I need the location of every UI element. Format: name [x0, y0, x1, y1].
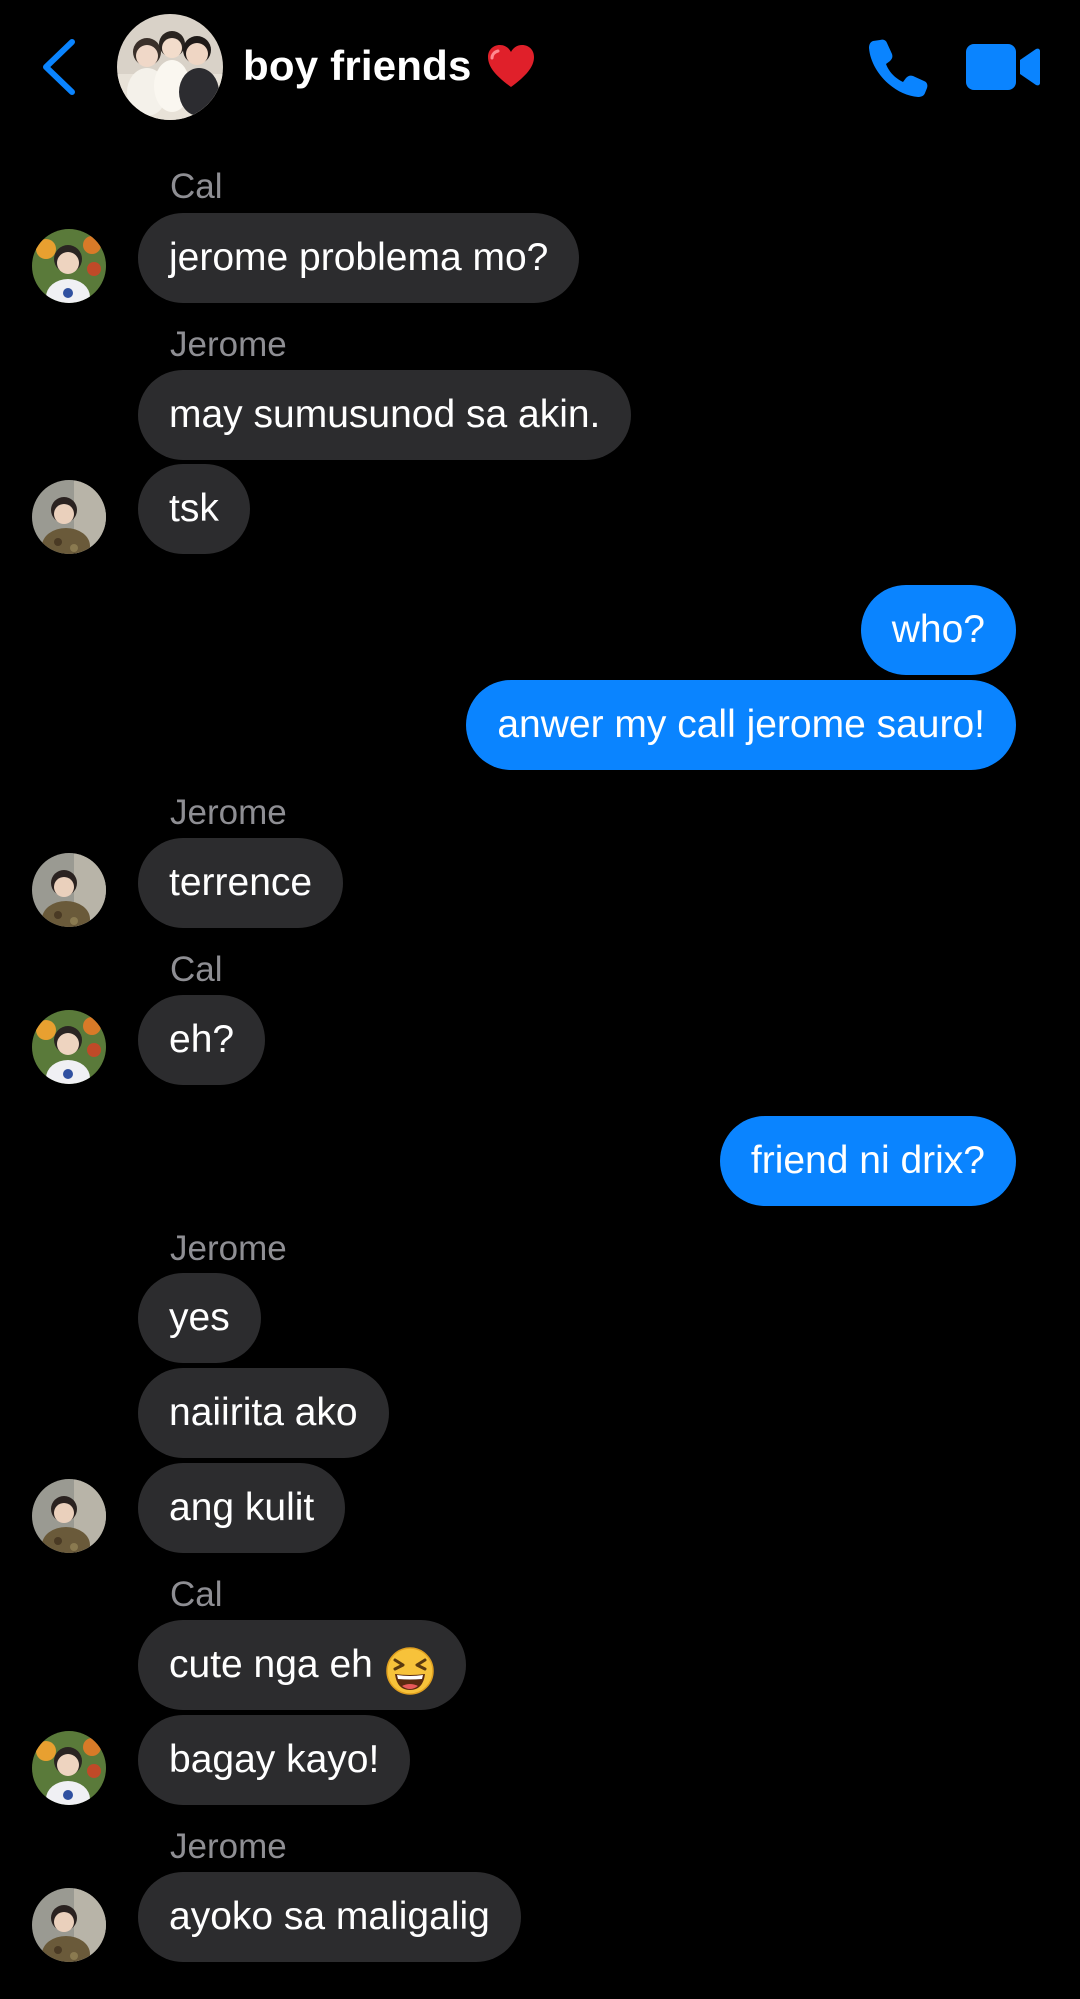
outgoing-message[interactable]: who? — [860, 585, 1016, 675]
avatar-cal[interactable] — [32, 1010, 106, 1084]
sender-name: Jerome — [170, 1827, 287, 1866]
incoming-message[interactable]: jerome problema mo? — [138, 213, 580, 303]
group-photo — [117, 14, 223, 120]
outgoing-message[interactable]: anwer my call jerome sauro! — [466, 680, 1016, 770]
message-text: cute nga eh — [169, 1643, 373, 1686]
incoming-message[interactable]: terrence — [138, 838, 344, 928]
avatar-jerome[interactable] — [32, 480, 106, 554]
chevron-left-icon — [43, 39, 75, 95]
incoming-message[interactable]: bagay kayo! — [138, 1715, 411, 1805]
avatar-cal[interactable] — [32, 1731, 106, 1805]
sender-name: Jerome — [170, 325, 287, 364]
group-name: boy friends — [243, 42, 472, 89]
avatar-jerome[interactable] — [32, 853, 106, 927]
incoming-message[interactable]: cute nga eh — [138, 1620, 466, 1710]
chat-title[interactable]: boy friends — [243, 36, 536, 96]
phone-icon — [869, 39, 928, 97]
incoming-message[interactable]: eh? — [138, 995, 266, 1085]
outgoing-message[interactable]: friend ni drix? — [719, 1116, 1016, 1206]
sender-name: Cal — [170, 950, 223, 989]
group-avatar[interactable] — [117, 14, 223, 120]
incoming-message[interactable]: ayoko sa maligalig — [138, 1872, 521, 1962]
video-camera-icon — [966, 44, 1040, 90]
avatar-cal[interactable] — [32, 229, 106, 303]
back-button[interactable] — [36, 36, 86, 98]
video-call-button[interactable] — [966, 44, 1040, 90]
audio-call-button[interactable] — [868, 36, 928, 98]
grinning-squinting-face-icon — [385, 1639, 435, 1695]
chat-header: boy friends — [0, 0, 1080, 140]
sender-name: Jerome — [170, 1229, 287, 1268]
avatar-jerome[interactable] — [32, 1888, 106, 1962]
incoming-message[interactable]: tsk — [138, 464, 250, 554]
heart-icon — [486, 43, 536, 89]
incoming-message[interactable]: may sumusunod sa akin. — [138, 370, 632, 460]
sender-name: Jerome — [170, 793, 287, 832]
sender-name: Cal — [170, 167, 223, 206]
sender-name: Cal — [170, 1575, 223, 1614]
incoming-message[interactable]: naiirita ako — [138, 1368, 389, 1458]
avatar-jerome[interactable] — [32, 1479, 106, 1553]
incoming-message[interactable]: yes — [138, 1273, 261, 1363]
incoming-message[interactable]: ang kulit — [138, 1463, 346, 1553]
